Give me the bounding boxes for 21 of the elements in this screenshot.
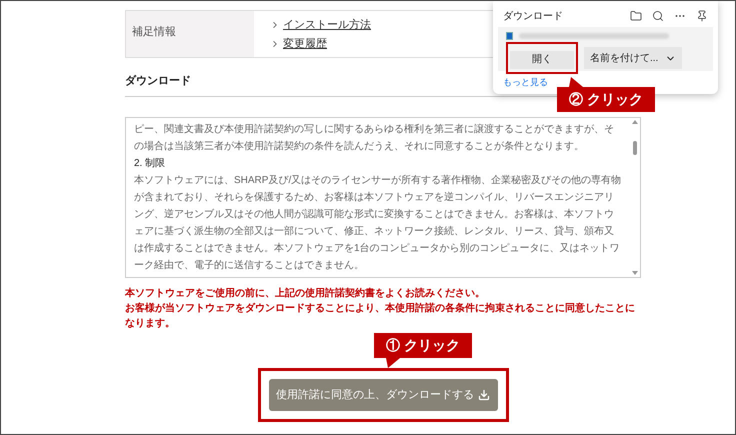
save-as-button[interactable]: 名前を付けて... <box>584 47 682 69</box>
more-link[interactable]: もっと見る <box>503 76 708 90</box>
license-paragraph: 本ソフトウェアには、SHARP及び/又はそのライセンサーが所有する著作権物、企業秘密及びその他の専有物が含まれており、それらを保護するため、お客様は本ソフトウェアを逆コンパイル、リバースエンジニアリング、逆アセンブル又はその他人間が認識可能な形式に変換することはできません。お客様は、本ソフトウェアに基づく派生物の全部又は一部について、修正、ネットワーク接続、レンタル、リース、貸与、頒布又は作成することはできません。本ソフトウェアを1台のコンピュータから別のコンピュータに、又はネットワーク経由で、電子的に送信することはできません。 <box>134 174 622 273</box>
notice-text: お客様が当ソフトウェアをダウンロードすることにより、本使用許諾の各条件に拘束されることに同意したことになります。 <box>125 301 636 331</box>
license-paragraph: ピー、関連文書及び本使用許諾契約の写しに関するあらゆる権利を第三者に譲渡することができますが、その場合は当該第三者が本使用許諾契約の条件を読んだうえ、それに同意することが条件となります。 <box>134 122 615 154</box>
section-heading: ダウンロード <box>125 75 191 87</box>
scrollbar[interactable] <box>630 118 640 277</box>
download-button[interactable]: 使用許諾に同意の上、ダウンロードする <box>268 379 498 411</box>
info-link[interactable]: 変更履歴 <box>283 36 327 52</box>
file-icon <box>506 32 513 40</box>
notice-text: 本ソフトウェアをご使用の前に、上記の使用許諾契約書をよくお読みください。 <box>125 286 486 301</box>
license-heading: 2. 制限 <box>134 156 166 171</box>
callout-pointer-icon <box>569 77 583 87</box>
open-button[interactable]: 開く <box>510 50 574 68</box>
panel-title: ダウンロード <box>503 10 563 24</box>
folder-icon[interactable] <box>630 10 642 22</box>
info-link[interactable]: インストール方法 <box>283 17 371 34</box>
pin-icon[interactable] <box>696 10 708 22</box>
search-icon[interactable] <box>652 10 664 22</box>
table-label: 補足情報 <box>132 26 176 38</box>
download-icon <box>478 389 490 401</box>
